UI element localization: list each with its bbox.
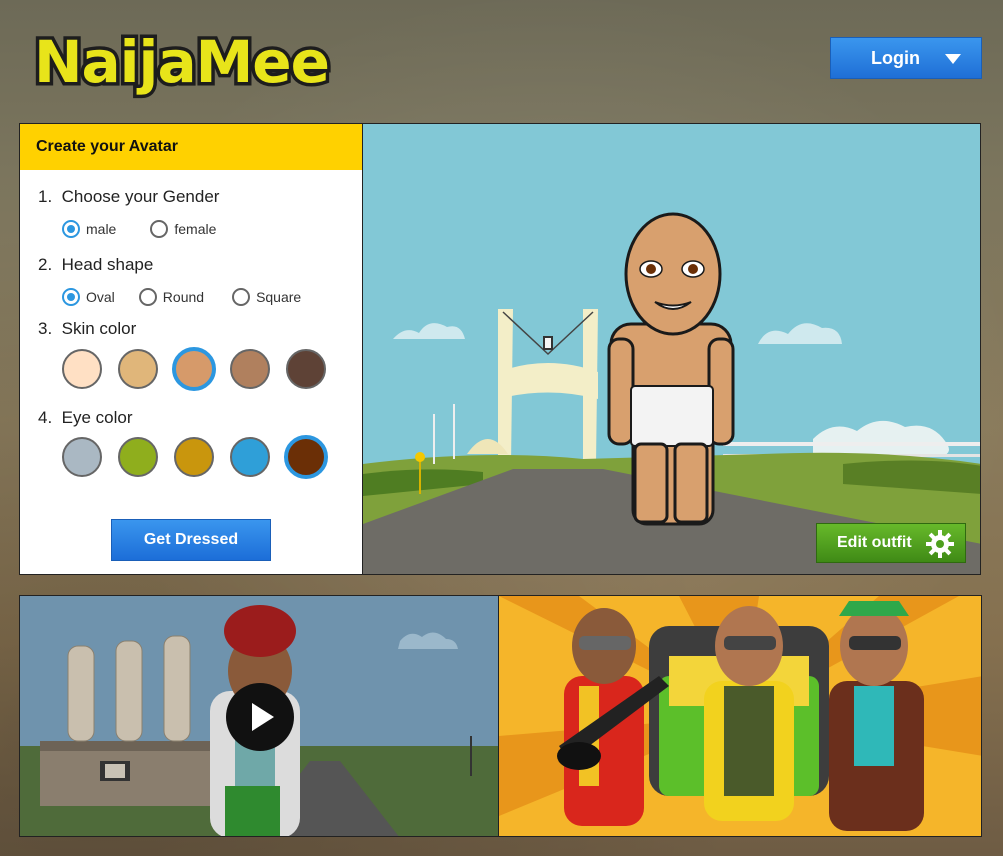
skin-color-swatch-5[interactable] xyxy=(286,349,326,389)
eye-color-swatch-1[interactable] xyxy=(62,437,102,477)
step-label: Head shape xyxy=(61,255,154,274)
gear-icon xyxy=(926,530,954,558)
play-icon[interactable] xyxy=(224,681,296,753)
radio-label: female xyxy=(174,221,217,237)
video-panel[interactable] xyxy=(19,595,499,837)
radio-selected-icon xyxy=(62,220,80,238)
step-label: Skin color xyxy=(61,319,137,338)
radio-oval[interactable]: Oval xyxy=(62,288,115,306)
step-number: 3. xyxy=(38,319,53,338)
skin-color-swatches xyxy=(62,347,342,391)
promo-illustration xyxy=(499,596,981,836)
naijamee-logo[interactable]: NaijaMee xyxy=(30,12,340,102)
eye-color-swatch-4[interactable] xyxy=(230,437,270,477)
radio-selected-icon xyxy=(62,288,80,306)
radio-square[interactable]: Square xyxy=(232,288,301,306)
login-label: Login xyxy=(871,47,920,68)
head-shape-options: Oval Round Square xyxy=(62,288,301,306)
edit-outfit-label: Edit outfit xyxy=(837,534,912,551)
get-dressed-button[interactable]: Get Dressed xyxy=(111,519,271,561)
step-label: Eye color xyxy=(61,408,133,427)
step-head-shape: 2. Head shape xyxy=(38,255,153,275)
create-avatar-panel: Create your Avatar 1. Choose your Gender… xyxy=(19,123,363,575)
step-number: 2. xyxy=(38,255,53,274)
radio-unselected-icon xyxy=(232,288,251,306)
eye-color-swatches xyxy=(62,435,342,479)
radio-unselected-icon xyxy=(138,288,157,306)
radio-female[interactable]: female xyxy=(150,220,216,238)
scene-illustration xyxy=(363,124,980,574)
radio-label: Square xyxy=(256,289,302,305)
eye-color-swatch-3[interactable] xyxy=(174,437,214,477)
step-label: Choose your Gender xyxy=(61,187,220,206)
chevron-down-icon xyxy=(945,54,961,64)
promo-characters-panel xyxy=(498,595,982,837)
radio-male[interactable]: male xyxy=(62,220,116,238)
skin-color-swatch-2[interactable] xyxy=(118,349,158,389)
skin-color-swatch-1[interactable] xyxy=(62,349,102,389)
step-eye-color: 4. Eye color xyxy=(38,408,133,428)
skin-color-swatch-3[interactable] xyxy=(172,347,216,391)
step-skin-color: 3. Skin color xyxy=(38,319,136,339)
step-number: 4. xyxy=(38,408,53,427)
eye-color-swatch-5[interactable] xyxy=(284,435,328,479)
avatar-preview-scene: Edit outfit xyxy=(362,123,981,575)
radio-unselected-icon xyxy=(150,220,169,238)
logo-text: NaijaMee xyxy=(34,28,329,96)
radio-label: male xyxy=(86,221,117,237)
skin-color-swatch-4[interactable] xyxy=(230,349,270,389)
radio-label: Round xyxy=(162,289,205,305)
gender-options: male female xyxy=(62,220,216,238)
step-number: 1. xyxy=(38,187,53,206)
radio-round[interactable]: Round xyxy=(138,288,205,306)
panel-title: Create your Avatar xyxy=(20,124,362,170)
step-gender: 1. Choose your Gender xyxy=(38,187,219,207)
radio-label: Oval xyxy=(86,289,115,305)
login-button[interactable]: Login xyxy=(830,37,982,79)
edit-outfit-button[interactable]: Edit outfit xyxy=(816,523,966,563)
eye-color-swatch-2[interactable] xyxy=(118,437,158,477)
